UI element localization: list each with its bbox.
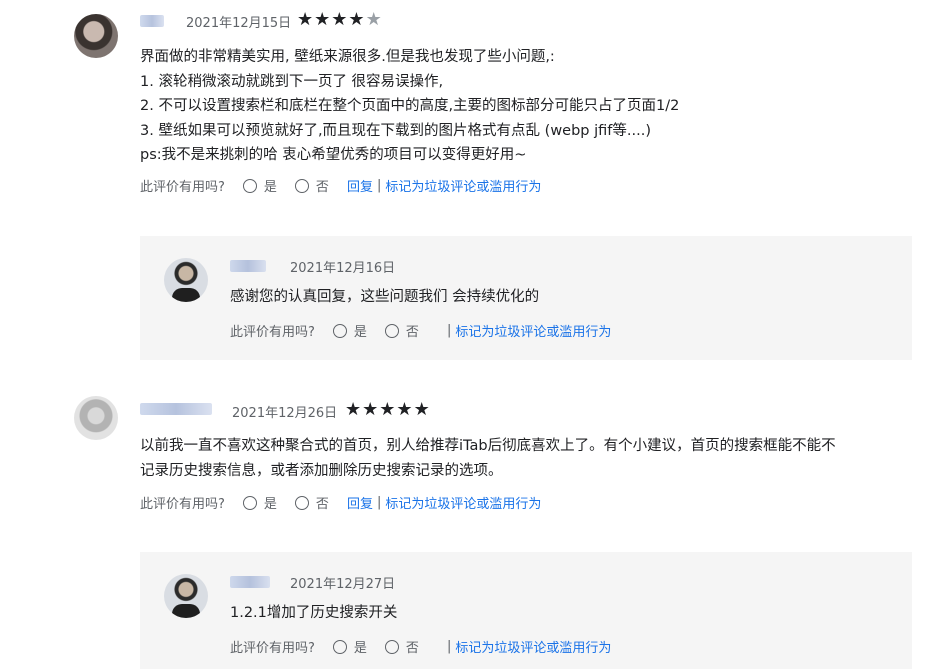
helpful-label: 此评价有用吗? [140,497,225,512]
report-link[interactable]: 标记为垃圾评论或滥用行为 [385,176,541,195]
helpful-row: 此评价有用吗? 是 否 回复 | 标记为垃圾评论或滥用行为 [140,493,541,512]
report-link[interactable]: 标记为垃圾评论或滥用行为 [385,493,541,512]
helpful-no-radio[interactable] [384,323,399,338]
review-date: 2021年12月15日 [186,16,292,31]
reply-link[interactable]: 回复 [347,493,373,512]
helpful-no-radio[interactable] [294,178,309,193]
helpful-label: 此评价有用吗? [140,180,225,195]
user-avatar [74,396,118,440]
helpful-yes-label[interactable]: 是 [264,493,277,512]
star-rating: ★★★★★ [345,401,431,419]
helpful-yes-label[interactable]: 是 [354,321,367,340]
helpful-no-label[interactable]: 否 [316,493,329,512]
star-icon: ★ [314,9,332,30]
helpful-row: 此评价有用吗? 是 否 回复 | 标记为垃圾评论或滥用行为 [140,176,541,195]
helpful-no-label[interactable]: 否 [406,321,419,340]
helpful-no-radio[interactable] [384,639,399,654]
developer-reply: 2021年12月16日 感谢您的认真回复，这些问题我们 会持续优化的 此评价有用… [140,236,912,360]
helpful-yes-radio[interactable] [242,178,257,193]
helpful-no-label[interactable]: 否 [406,637,419,656]
user-avatar [74,14,118,58]
helpful-label: 此评价有用吗? [230,641,315,656]
star-rating: ★★★★★ [297,11,383,29]
review-date: 2021年12月26日 [232,406,338,421]
reply-text: 感谢您的认真回复，这些问题我们 会持续优化的 [230,289,540,305]
developer-avatar [164,574,208,618]
helpful-yes-radio[interactable] [332,323,347,338]
review-card: 2021年12月26日 ★★★★★ 以前我一直不喜欢这种聚合式的首页，别人给推荐… [0,392,932,522]
helpful-row: 此评价有用吗? 是 否 | 标记为垃圾评论或滥用行为 [230,321,611,340]
separator: | [446,639,452,654]
helpful-no-radio[interactable] [294,495,309,510]
author-name-blurred[interactable] [140,403,212,415]
star-icon: ★ [348,9,366,30]
developer-name-blurred[interactable] [230,260,266,272]
star-icon: ★ [331,9,349,30]
helpful-yes-radio[interactable] [242,495,257,510]
star-icon: ★ [297,9,315,30]
report-link[interactable]: 标记为垃圾评论或滥用行为 [455,321,611,340]
helpful-no-label[interactable]: 否 [316,176,329,195]
helpful-label: 此评价有用吗? [230,325,315,340]
review-text: 界面做的非常精美实用, 壁纸来源很多.但是我也发现了些小问题,: 1. 滚轮稍微… [140,49,680,163]
separator: | [446,323,452,338]
author-name-blurred[interactable] [140,15,164,27]
helpful-yes-radio[interactable] [332,639,347,654]
star-icon: ★ [396,399,414,420]
review-text: 以前我一直不喜欢这种聚合式的首页，别人给推荐iTab后彻底喜欢上了。有个小建议，… [140,438,836,479]
helpful-row: 此评价有用吗? 是 否 | 标记为垃圾评论或滥用行为 [230,637,611,656]
reply-date: 2021年12月27日 [290,577,396,592]
separator: | [376,495,382,510]
reply-text: 1.2.1增加了历史搜索开关 [230,605,398,621]
developer-reply: 2021年12月27日 1.2.1增加了历史搜索开关 此评价有用吗? 是 否 |… [140,552,912,669]
star-icon: ★ [413,399,431,420]
reply-link[interactable]: 回复 [347,176,373,195]
developer-name-blurred[interactable] [230,576,270,588]
report-link[interactable]: 标记为垃圾评论或滥用行为 [455,637,611,656]
star-icon: ★ [379,399,397,420]
star-empty-icon: ★ [365,9,383,30]
developer-avatar [164,258,208,302]
separator: | [376,178,382,193]
star-icon: ★ [362,399,380,420]
helpful-yes-label[interactable]: 是 [264,176,277,195]
helpful-yes-label[interactable]: 是 [354,637,367,656]
review-card: 2021年12月15日 ★★★★★ 界面做的非常精美实用, 壁纸来源很多.但是我… [0,0,932,220]
reply-date: 2021年12月16日 [290,261,396,276]
star-icon: ★ [345,399,363,420]
